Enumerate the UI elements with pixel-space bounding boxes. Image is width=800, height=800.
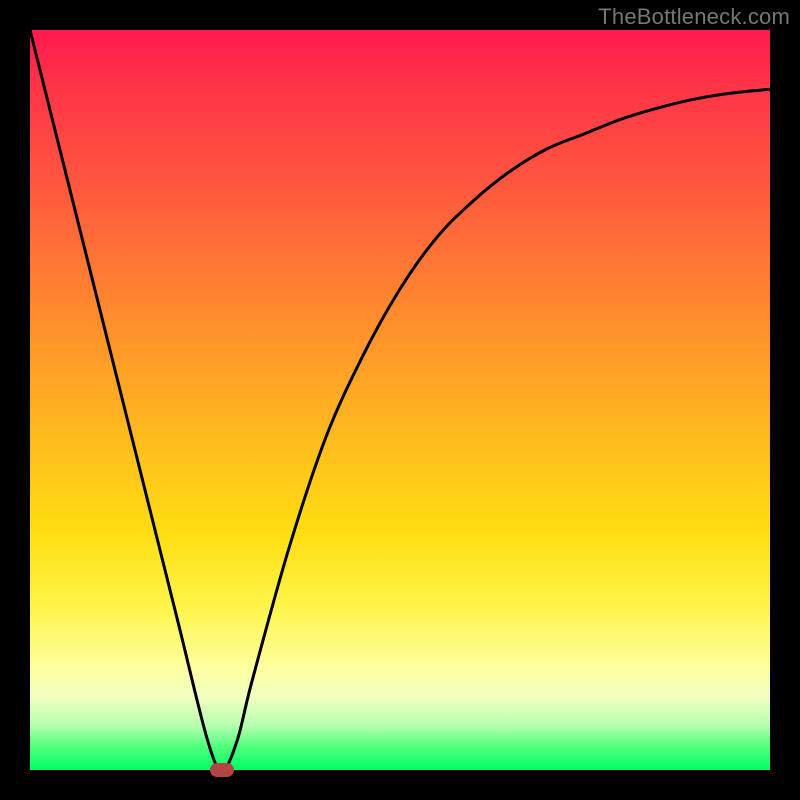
plot-area xyxy=(30,30,770,770)
optimal-point-marker xyxy=(210,763,234,777)
curve-path xyxy=(30,30,770,770)
chart-frame: TheBottleneck.com xyxy=(0,0,800,800)
watermark-text: TheBottleneck.com xyxy=(598,4,790,30)
bottleneck-curve xyxy=(30,30,770,770)
